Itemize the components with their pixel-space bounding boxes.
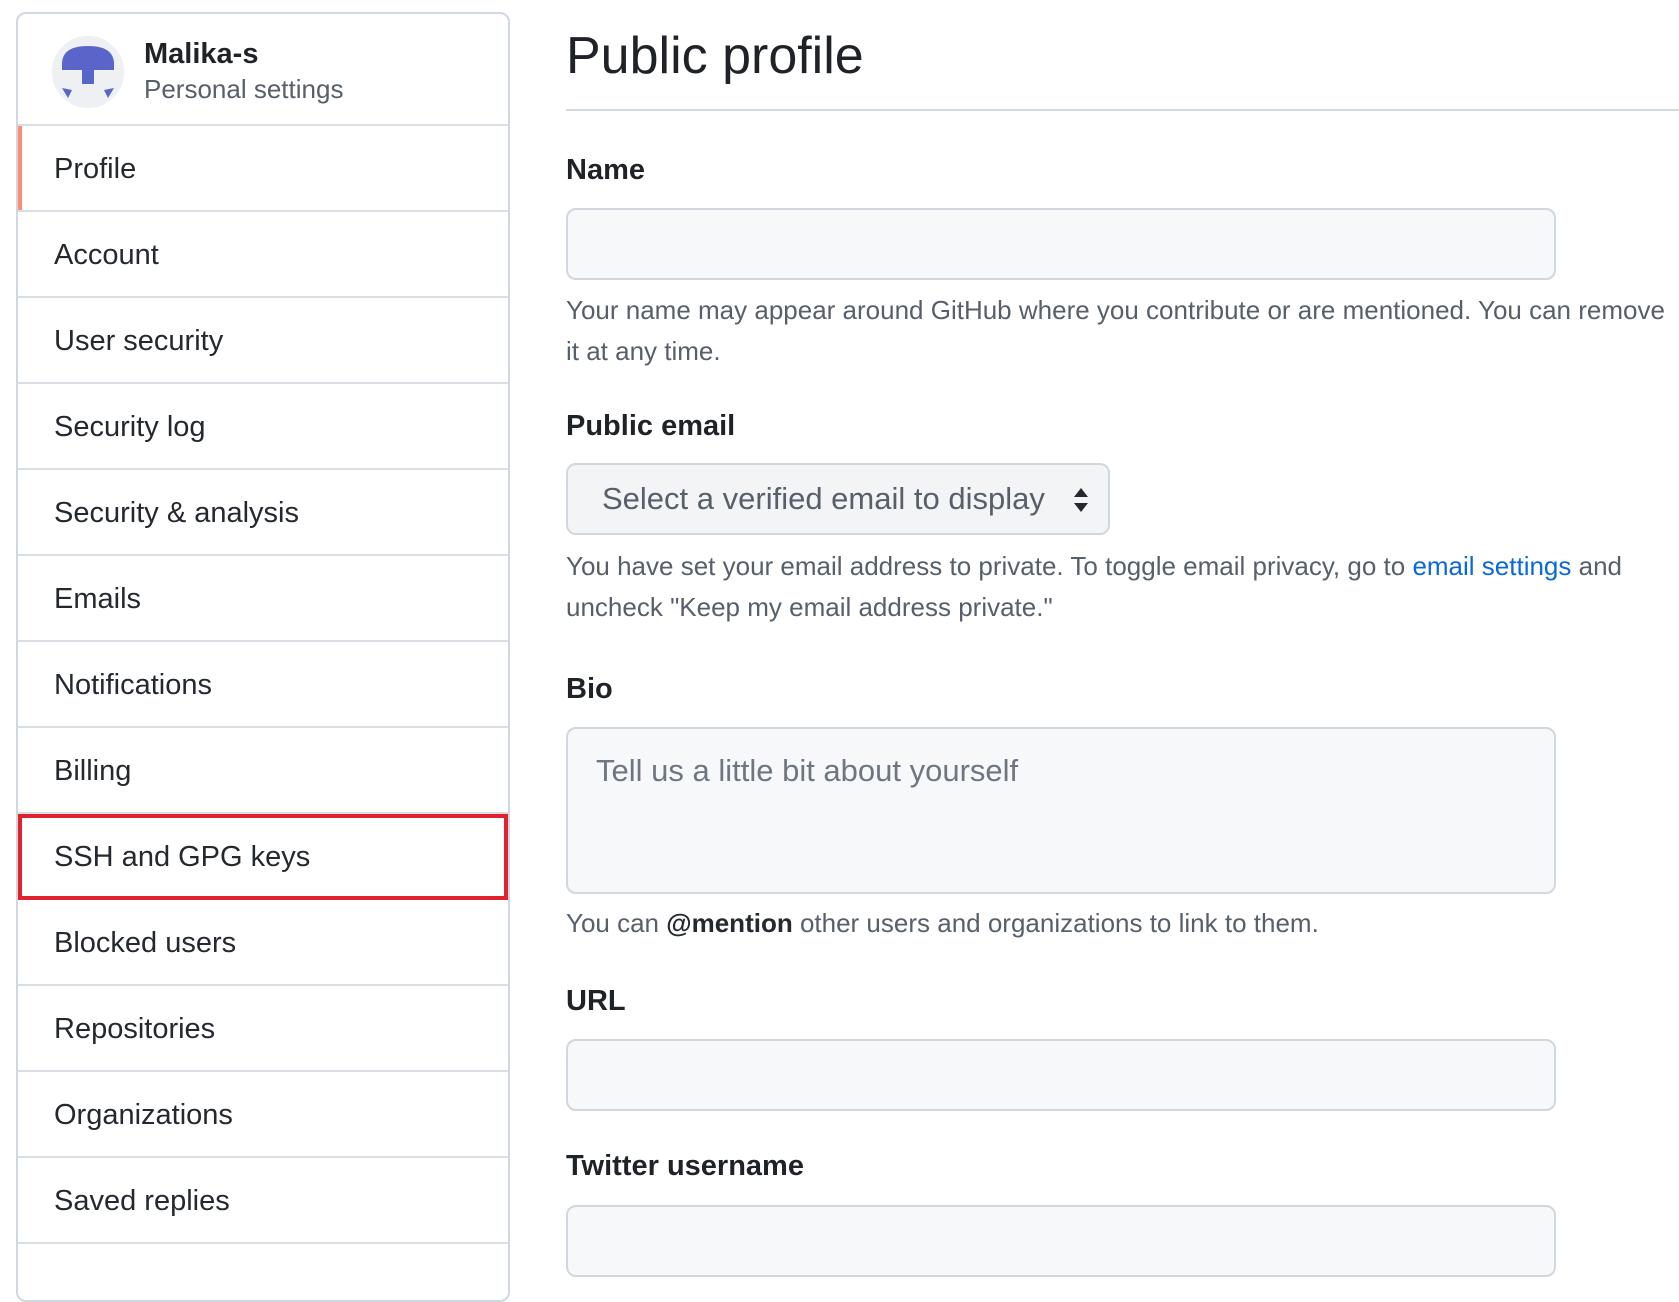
title-divider [566,109,1679,111]
avatar[interactable] [52,36,124,108]
mention-text: @mention [666,908,793,938]
sidebar-item-ssh-gpg-keys[interactable]: SSH and GPG keys [18,814,508,900]
name-input[interactable] [566,208,1556,280]
user-subtitle: Personal settings [144,74,344,104]
name-help-text: Your name may appear around GitHub where… [566,295,1665,366]
public-email-help-text: You have set your email address to priva… [566,546,1676,628]
name-label: Name [566,154,645,186]
sidebar-item-saved-replies[interactable]: Saved replies [18,1158,508,1244]
sidebar-user-header: Malika-s Personal settings [18,14,508,126]
settings-sidebar: Malika-s Personal settings Profile Accou… [16,12,510,1302]
page-title: Public profile [566,27,864,85]
sidebar-item-repositories[interactable]: Repositories [18,986,508,1072]
sidebar-item-security-analysis[interactable]: Security & analysis [18,470,508,556]
bio-help-text-end: other users and organizations to link to… [792,908,1319,938]
email-settings-link[interactable]: email settings [1412,551,1571,581]
url-input[interactable] [566,1039,1556,1111]
public-email-selected-value: Select a verified email to display [602,481,1045,516]
sidebar-item-notifications[interactable]: Notifications [18,642,508,728]
public-email-label: Public email [566,410,736,442]
bio-help-text-start: You can [566,908,667,938]
bio-textarea[interactable] [566,727,1556,894]
sidebar-item-profile[interactable]: Profile [18,126,508,212]
url-label: URL [566,985,626,1017]
identicon-avatar-icon [52,36,124,108]
twitter-username-input[interactable] [566,1205,1556,1277]
sidebar-item-security-log[interactable]: Security log [18,384,508,470]
sidebar-item-emails[interactable]: Emails [18,556,508,642]
email-help-text-start: You have set your email address to priva… [566,551,1413,581]
sidebar-item-blocked-users[interactable]: Blocked users [18,900,508,986]
bio-label: Bio [566,673,613,705]
bio-help-text: You can @mention other users and organiz… [566,903,1676,944]
twitter-username-label: Twitter username [566,1150,804,1182]
sidebar-item-billing[interactable]: Billing [18,728,508,814]
public-email-select[interactable]: Select a verified email to display [566,463,1110,535]
select-updown-icon [1074,488,1088,512]
sidebar-item-account[interactable]: Account [18,212,508,298]
user-name[interactable]: Malika-s [144,38,258,71]
settings-nav-list: Profile Account User security Security l… [18,126,508,1244]
sidebar-item-organizations[interactable]: Organizations [18,1072,508,1158]
sidebar-item-user-security[interactable]: User security [18,298,508,384]
